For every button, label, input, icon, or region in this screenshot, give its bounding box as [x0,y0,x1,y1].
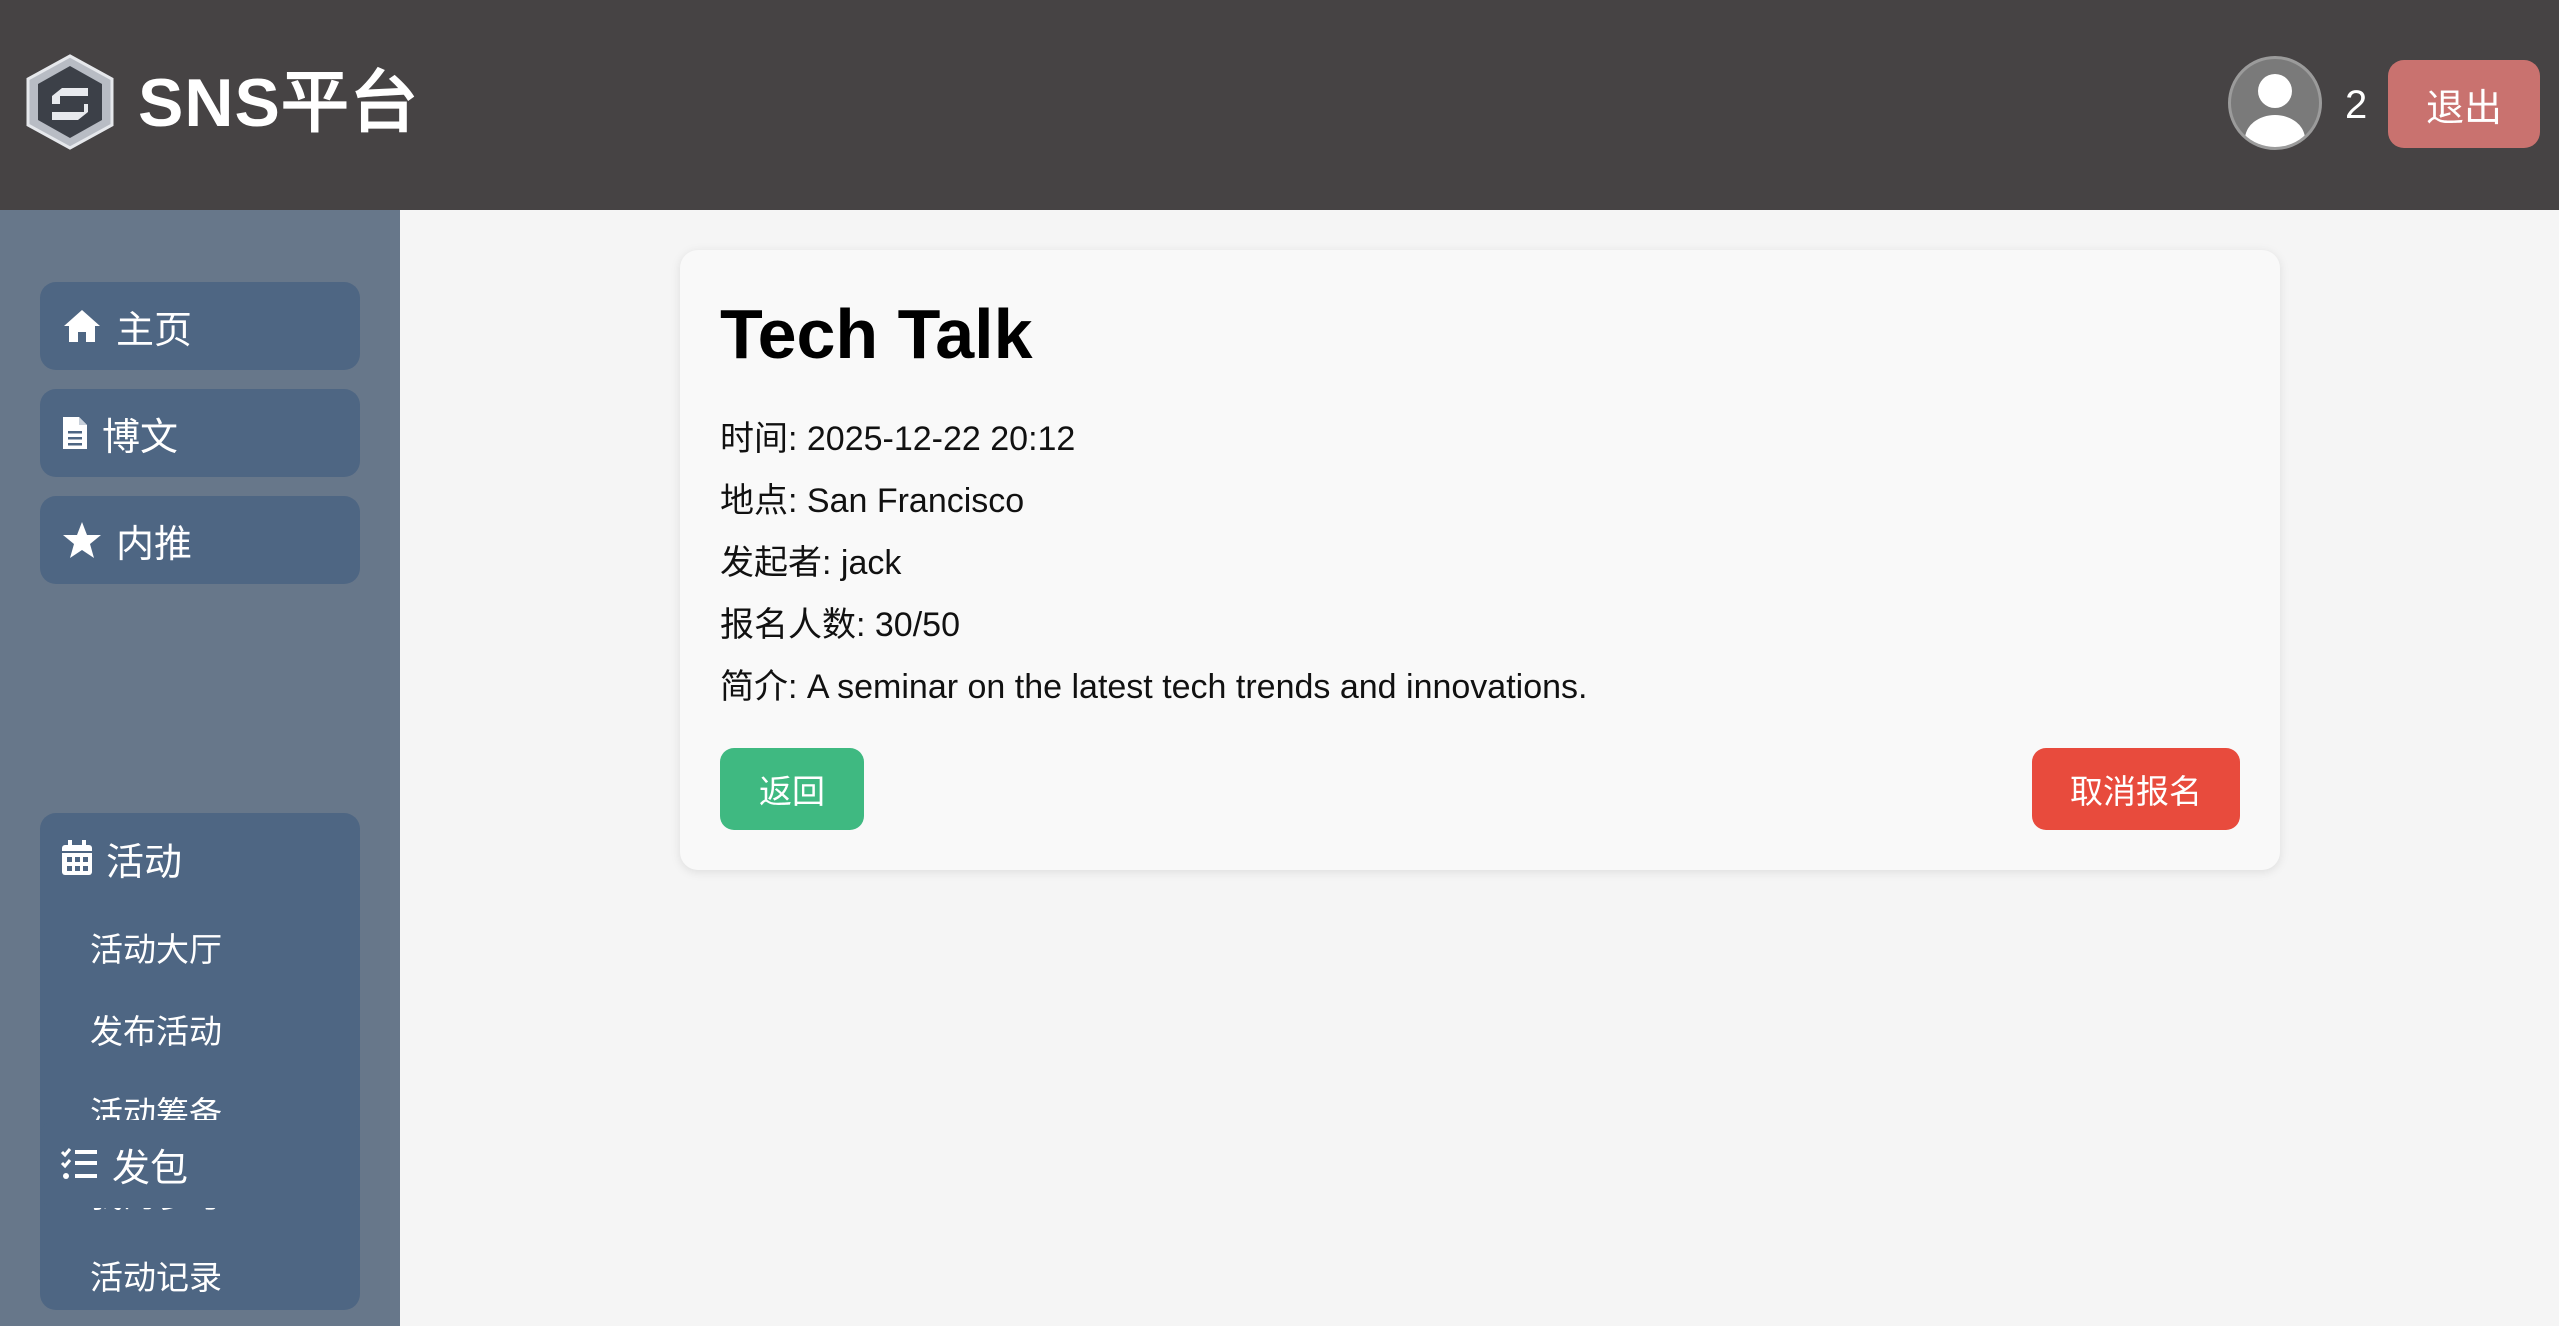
sidebar-group-activity: 活动 活动大厅 发布活动 活动筹备 我的参与 活动记录 [40,813,360,1310]
sidebar: 主页 博文 内推 活动 活动大厅 发布活动 活动筹备 我的参与 活动记录 发包 [0,210,400,1326]
submenu-activity-hall[interactable]: 活动大厅 [90,930,222,970]
logout-button[interactable]: 退出 [2388,60,2540,148]
calendar-icon [60,836,94,880]
hexagon-s-logo-icon[interactable] [22,54,118,150]
checklist-icon [60,1142,98,1186]
sidebar-item-label: 活动 [106,841,183,884]
event-title: Tech Talk [720,295,1033,373]
event-time: 时间: 2025-12-22 20:12 [720,420,1076,458]
event-organizer: 发起者: jack [720,544,902,582]
submenu-activity-records[interactable]: 活动记录 [90,1258,222,1298]
sidebar-item-posts[interactable]: 博文 [40,389,360,477]
user-avatar-icon[interactable] [2228,56,2322,150]
submenu-publish-activity[interactable]: 发布活动 [90,1012,222,1052]
back-button[interactable]: 返回 [720,748,864,830]
sidebar-item-referral[interactable]: 内推 [40,496,360,584]
event-location: 地点: San Francisco [720,482,1025,520]
top-header: SNS平台 2 退出 [0,0,2559,210]
brand-title[interactable]: SNS平台 [138,63,419,143]
sidebar-item-label: 主页 [116,309,193,352]
event-signups: 报名人数: 30/50 [720,606,960,644]
sidebar-item-label: 博文 [102,416,179,459]
event-summary: 简介: A seminar on the latest tech trends … [720,668,1588,706]
sidebar-item-label: 内推 [116,523,193,566]
cancel-signup-button[interactable]: 取消报名 [2032,748,2240,830]
star-icon [60,518,104,562]
sidebar-item-packet[interactable]: 发包 [40,1120,360,1208]
document-icon [60,411,90,455]
event-detail-card: Tech Talk 时间: 2025-12-22 20:12 地点: San F… [680,250,2280,870]
sidebar-item-home[interactable]: 主页 [40,282,360,370]
sidebar-item-label: 发包 [112,1147,189,1190]
sidebar-item-activity[interactable]: 活动 [40,813,360,903]
home-icon [60,304,104,348]
user-id-label: 2 [2345,83,2368,127]
